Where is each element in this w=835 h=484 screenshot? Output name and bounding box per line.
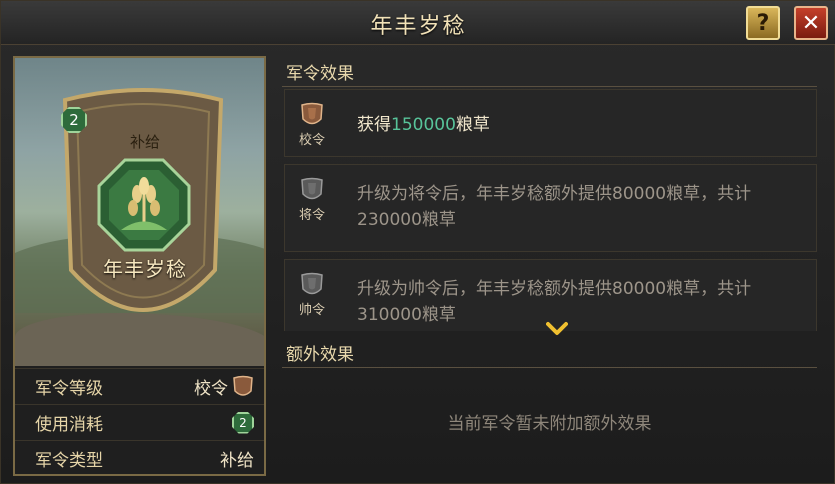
scroll-down-chevron-icon[interactable] [546,321,568,337]
info-key: 军令类型 [35,451,103,471]
effect-rank: 校令 [298,133,325,148]
close-icon: ✕ [801,10,821,36]
info-key: 军令等级 [35,379,103,399]
card-name: 年丰岁稔 [103,257,187,281]
effect-item-locked: 将令 升级为将令后，年丰岁稔额外提供80000粮草，共计230000粮草 [284,164,817,252]
info-row-cost: 使用消耗 2 [15,404,264,440]
bronze-token-icon [301,102,323,125]
info-row-order-level: 军令等级 校令 [15,368,264,404]
help-icon: ? [756,10,770,36]
green-badge-icon: 2 [232,411,254,434]
effect-text: 升级为帅令后，年丰岁稔额外提供80000粮草，共计310000粮草 [357,279,752,325]
effect-item: 校令 获得150000粮草 [284,89,817,157]
effect-text: 升级为将令后，年丰岁稔额外提供80000粮草，共计230000粮草 [357,184,752,230]
card-art: 2 补给 年丰岁稔 [15,58,264,366]
order-detail-window: 年丰岁稔 ? ✕ 2 补给 年丰岁稔 军令等级 校令 使用消耗 2 军令类型 补… [0,0,835,484]
order-card-panel: 2 补给 年丰岁稔 军令等级 校令 使用消耗 2 军令类型 补给 [13,56,266,476]
effects-section-title: 军令效果 [282,59,817,87]
info-value: 补给 [220,451,254,471]
bronze-token-icon [233,375,253,396]
close-button[interactable]: ✕ [794,6,828,40]
window-title: 年丰岁稔 [370,14,467,39]
effect-rank: 将令 [298,208,325,223]
help-button[interactable]: ? [746,6,780,40]
extra-section-title: 额外效果 [282,340,817,368]
effect-rank: 帅令 [298,303,325,318]
title-bar: 年丰岁稔 ? ✕ [1,1,835,45]
silver-token-icon [301,272,323,295]
info-row-order-type: 军令类型 补给 [15,440,264,476]
effect-text: 获得150000粮草 [357,115,490,135]
info-value: 校令 [194,379,228,399]
card-type-label: 补给 [129,133,160,151]
effects-list[interactable]: 校令 获得150000粮草 将令 升级为将令后，年丰岁稔额外提供80000粮草，… [282,89,817,331]
wheat-emblem-icon [97,158,191,252]
extra-empty-text: 当前军令暂未附加额外效果 [447,414,652,434]
silver-token-icon [301,177,323,200]
info-key: 使用消耗 [35,415,103,435]
effect-number: 150000 [391,115,456,135]
